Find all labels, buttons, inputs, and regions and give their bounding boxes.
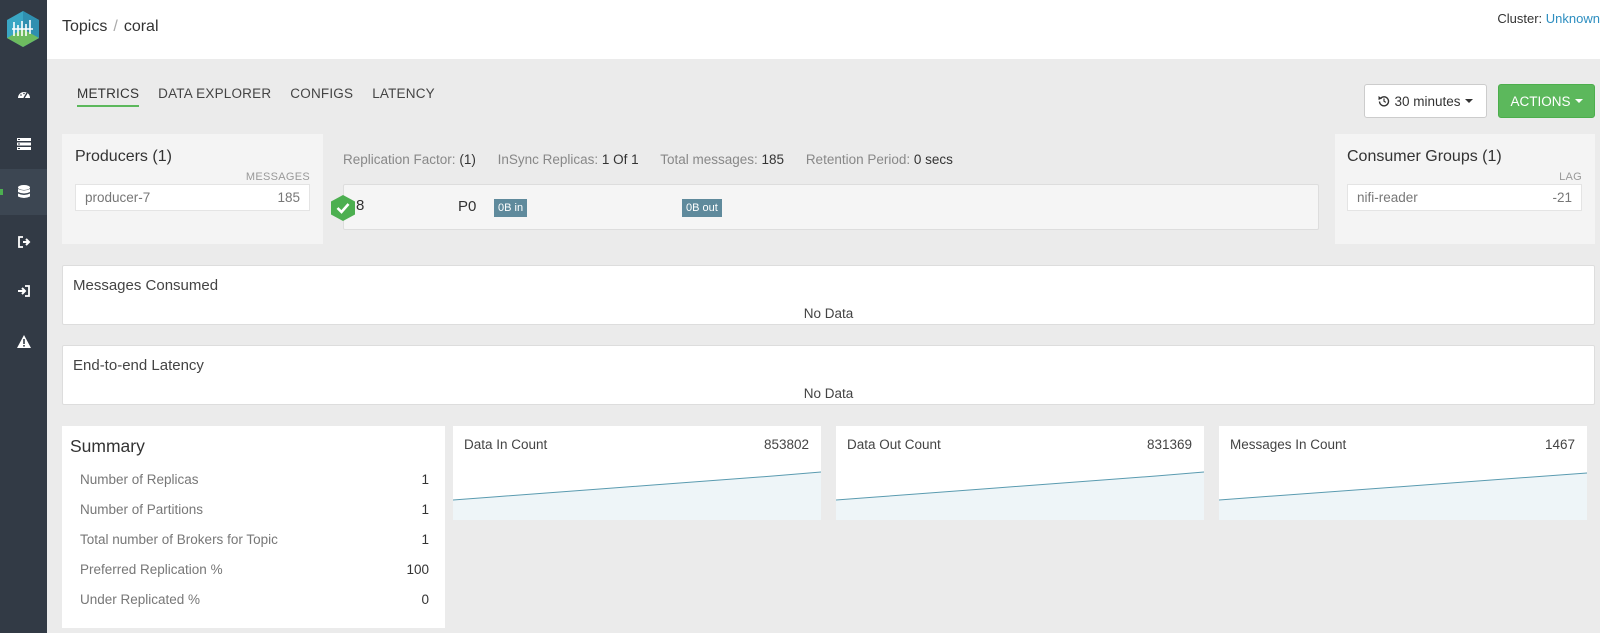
- consumer-groups-title: Consumer Groups (1): [1347, 148, 1502, 165]
- check-shield-icon: [331, 195, 355, 221]
- tab-data-explorer[interactable]: DATA EXPLORER: [158, 86, 271, 107]
- app-logo-icon[interactable]: [6, 10, 40, 48]
- consumers-icon[interactable]: [0, 268, 47, 314]
- actions-label: ACTIONS: [1510, 93, 1571, 109]
- total-messages-value: 185: [761, 152, 785, 167]
- summary-row-label: Number of Replicas: [80, 472, 199, 487]
- breadcrumb-topics[interactable]: Topics: [62, 18, 107, 35]
- time-range-label: 30 minutes: [1394, 93, 1461, 109]
- summary-row: Total number of Brokers for Topic 1: [80, 532, 429, 547]
- breadcrumb-separator: /: [113, 18, 118, 35]
- summary-row: Under Replicated % 0: [80, 592, 429, 607]
- data-in-count-card: Data In Count 853802: [453, 426, 821, 520]
- consumer-group-row[interactable]: nifi-reader -21: [1347, 184, 1582, 211]
- summary-panel: Summary Number of Replicas 1 Number of P…: [62, 426, 445, 628]
- total-messages-label: Total messages:: [660, 152, 758, 167]
- summary-row-label: Number of Partitions: [80, 502, 204, 517]
- consumer-group-lag: -21: [1552, 190, 1572, 205]
- summary-row-label: Total number of Brokers for Topic: [80, 532, 278, 547]
- messages-consumed-empty: No Data: [803, 306, 854, 321]
- top-bar: Topics / coral Cluster: Unknown: [47, 0, 1600, 59]
- tab-metrics[interactable]: METRICS: [77, 86, 140, 107]
- sidebar: [0, 0, 47, 633]
- messages-in-sparkline: [1219, 472, 1587, 520]
- alerts-icon[interactable]: [0, 318, 47, 364]
- producer-row[interactable]: producer-7 185: [75, 184, 310, 211]
- replication-factor-label: Replication Factor:: [343, 152, 456, 167]
- producer-name: producer-7: [85, 190, 151, 205]
- messages-in-count-label: Messages In Count: [1230, 437, 1347, 452]
- latency-empty: No Data: [803, 386, 854, 401]
- retention-period-label: Retention Period:: [805, 152, 911, 167]
- replication-factor-value: (1): [459, 152, 476, 167]
- data-out-count-value: 831369: [1146, 437, 1192, 452]
- summary-row-label: Preferred Replication %: [80, 562, 223, 577]
- insync-replicas-label: InSync Replicas:: [497, 152, 599, 167]
- cluster-link[interactable]: Unknown: [1546, 11, 1600, 26]
- topic-partition-panel: Replication Factor: (1) InSync Replicas:…: [323, 134, 1335, 244]
- consumer-groups-panel: Consumer Groups (1) LAG nifi-reader -21: [1335, 134, 1595, 244]
- data-in-count-value: 853802: [763, 437, 809, 452]
- messages-in-count-card: Messages In Count 1467: [1219, 426, 1587, 520]
- messages-consumed-card: Messages Consumed No Data: [62, 265, 1595, 325]
- summary-row-value: 100: [406, 562, 429, 577]
- producers-icon[interactable]: [0, 219, 47, 265]
- summary-row-value: 1: [421, 532, 429, 547]
- consumer-group-name: nifi-reader: [1357, 190, 1418, 205]
- topic-meta: Replication Factor: (1) InSync Replicas:…: [343, 152, 953, 167]
- brokers-list-icon[interactable]: [0, 121, 47, 167]
- producers-panel: Producers (1) MESSAGES producer-7 185: [62, 134, 323, 244]
- data-out-count-label: Data Out Count: [847, 437, 941, 452]
- retention-period-value: 0 secs: [913, 152, 953, 167]
- summary-row: Preferred Replication % 100: [80, 562, 429, 577]
- data-out-count-card: Data Out Count 831369: [836, 426, 1204, 520]
- summary-row-value: 0: [421, 592, 429, 607]
- topics-database-icon[interactable]: [0, 169, 47, 215]
- chevron-down-icon: [1574, 99, 1583, 103]
- messages-in-count-value: 1467: [1544, 437, 1575, 452]
- summary-title: Summary: [70, 436, 145, 456]
- data-in-count-label: Data In Count: [464, 437, 548, 452]
- time-range-dropdown[interactable]: 30 minutes: [1364, 84, 1487, 118]
- breadcrumb-current-topic: coral: [123, 18, 159, 35]
- consumer-groups-column-header: LAG: [1559, 171, 1582, 183]
- actions-button[interactable]: ACTIONS: [1498, 84, 1595, 118]
- messages-consumed-title: Messages Consumed: [73, 277, 219, 294]
- producers-column-header: MESSAGES: [245, 171, 310, 183]
- partition-row[interactable]: 8 P0 0B in 0B out: [331, 184, 1319, 230]
- data-out-sparkline: [836, 471, 1204, 520]
- dashboard-icon[interactable]: [0, 71, 47, 117]
- cluster-indicator: Cluster: Unknown: [1497, 11, 1600, 26]
- partition-label: P0: [458, 198, 477, 215]
- bytes-in-badge: 0B in: [494, 199, 528, 217]
- producers-title: Producers (1): [75, 148, 172, 165]
- history-icon: [1378, 96, 1390, 107]
- breadcrumb: Topics / coral: [62, 18, 159, 36]
- partition-leader-broker: 8: [356, 197, 365, 214]
- latency-card: End-to-end Latency No Data: [62, 345, 1595, 405]
- insync-replicas-value: 1 Of 1: [601, 152, 639, 167]
- chevron-down-icon: [1464, 99, 1473, 103]
- producer-messages: 185: [277, 190, 300, 205]
- data-in-sparkline: [453, 471, 821, 520]
- summary-row-label: Under Replicated %: [80, 592, 201, 607]
- tab-configs[interactable]: CONFIGS: [290, 86, 353, 107]
- tab-latency[interactable]: LATENCY: [372, 86, 435, 107]
- cluster-label: Cluster:: [1497, 11, 1543, 26]
- summary-row-value: 1: [421, 472, 429, 487]
- summary-row: Number of Partitions 1: [80, 502, 429, 517]
- summary-row: Number of Replicas 1: [80, 472, 429, 487]
- latency-title: End-to-end Latency: [73, 357, 204, 374]
- bytes-out-badge: 0B out: [682, 199, 722, 217]
- summary-row-value: 1: [421, 502, 429, 517]
- topic-tabs: METRICS DATA EXPLORER CONFIGS LATENCY: [77, 86, 435, 107]
